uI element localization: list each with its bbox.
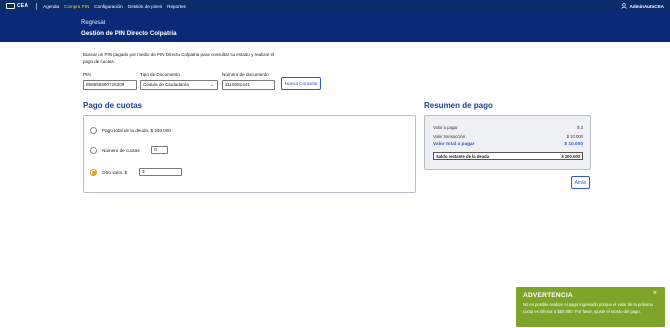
summary-row-valor-pagar: Valor a pagar $ 3	[433, 125, 583, 130]
warning-toast: ADVERTENCIA × No es posible realizar el …	[516, 287, 665, 327]
radio-installments[interactable]	[90, 147, 97, 154]
saldo-label: Saldo restante de la deuda	[436, 153, 490, 159]
radio-other-amount[interactable]	[90, 169, 97, 176]
page-description: Buscar un PIN pagado por medio de PIN Di…	[83, 52, 275, 65]
nav-item-reportes[interactable]: Reportes	[167, 4, 186, 9]
doc-type-label: Tipo de Documento	[140, 72, 180, 77]
summary-value: $ 10.000	[566, 134, 583, 139]
summary-row-total: Valor total a pagar $ 10.000	[433, 142, 583, 147]
chevron-down-icon: ⌄	[209, 82, 214, 88]
pin-input[interactable]: 896655590725309	[83, 80, 137, 90]
summary-value: $ 3	[577, 125, 583, 130]
total-value: $ 10.000	[564, 142, 583, 147]
option-other-amount[interactable]: Otro valor, $	[90, 169, 127, 176]
logo-mark-icon	[6, 3, 15, 9]
nav-item-compra-pin[interactable]: Compra PIN	[64, 4, 89, 9]
doc-number-label: Número de documento	[222, 72, 269, 77]
payment-summary-card: Valor a pagar $ 3 Valor transacción $ 10…	[424, 115, 591, 170]
page-header: Regresar Gestión de PIN Directo Colpatri…	[0, 12, 670, 42]
back-link[interactable]: Regresar	[81, 20, 106, 26]
summary-label: Valor a pagar	[433, 125, 458, 130]
nav-item-configuracion[interactable]: Configuración	[94, 4, 122, 9]
option-installments[interactable]: Número de cuotas	[90, 147, 140, 154]
nav-item-agenda[interactable]: Agenda	[43, 4, 59, 9]
logo[interactable]: CEA	[6, 2, 28, 10]
summary-section-title: Resumen de pago	[424, 101, 493, 110]
summary-row-valor-transaccion: Valor transacción $ 10.000	[433, 134, 583, 139]
page-title: Gestión de PIN Directo Colpatria	[81, 30, 177, 37]
toast-message: No es posible realizar el pago ingresado…	[523, 302, 653, 315]
installments-input[interactable]: 0	[151, 146, 168, 154]
nav-item-gestion-pines[interactable]: Gestión de pines	[128, 4, 162, 9]
user-icon	[620, 3, 627, 9]
top-navbar: CEA Agenda Compra PIN Configuración Gest…	[0, 0, 670, 12]
saldo-value: $ 200.000	[561, 153, 580, 159]
logo-text: CEA	[17, 3, 29, 9]
option-total-debt[interactable]: Pago total de la deuda, $ 200.000	[90, 127, 171, 134]
doc-type-value: Cédula de Ciudadanía	[143, 82, 189, 87]
doc-number-input[interactable]: 1115081441	[222, 80, 275, 90]
back-button[interactable]: Atrás	[571, 176, 590, 189]
close-icon[interactable]: ×	[653, 290, 657, 297]
toast-title: ADVERTENCIA	[523, 292, 573, 299]
summary-row-saldo: Saldo restante de la deuda $ 200.000	[433, 152, 583, 160]
new-search-button[interactable]: Nueva Consulta	[281, 77, 321, 90]
pin-label: PIN	[83, 72, 91, 77]
payment-options-card: Pago total de la deuda, $ 200.000 Número…	[83, 115, 416, 193]
option-total-debt-label: Pago total de la deuda, $ 200.000	[102, 128, 171, 133]
summary-label: Valor transacción	[433, 134, 466, 139]
option-other-amount-label: Otro valor, $	[102, 170, 128, 175]
option-installments-label: Número de cuotas	[102, 148, 140, 153]
payment-section-title: Pago de cuotas	[83, 101, 143, 110]
user-name: AdminAutoCEA	[629, 3, 664, 9]
user-menu[interactable]: AdminAutoCEA	[620, 0, 664, 12]
nav-divider	[36, 2, 38, 10]
total-label: Valor total a pagar	[433, 142, 475, 147]
doc-type-select[interactable]: Cédula de Ciudadanía ⌄	[140, 80, 218, 90]
radio-total-debt[interactable]	[90, 127, 97, 134]
other-amount-input[interactable]: 3	[139, 168, 182, 176]
